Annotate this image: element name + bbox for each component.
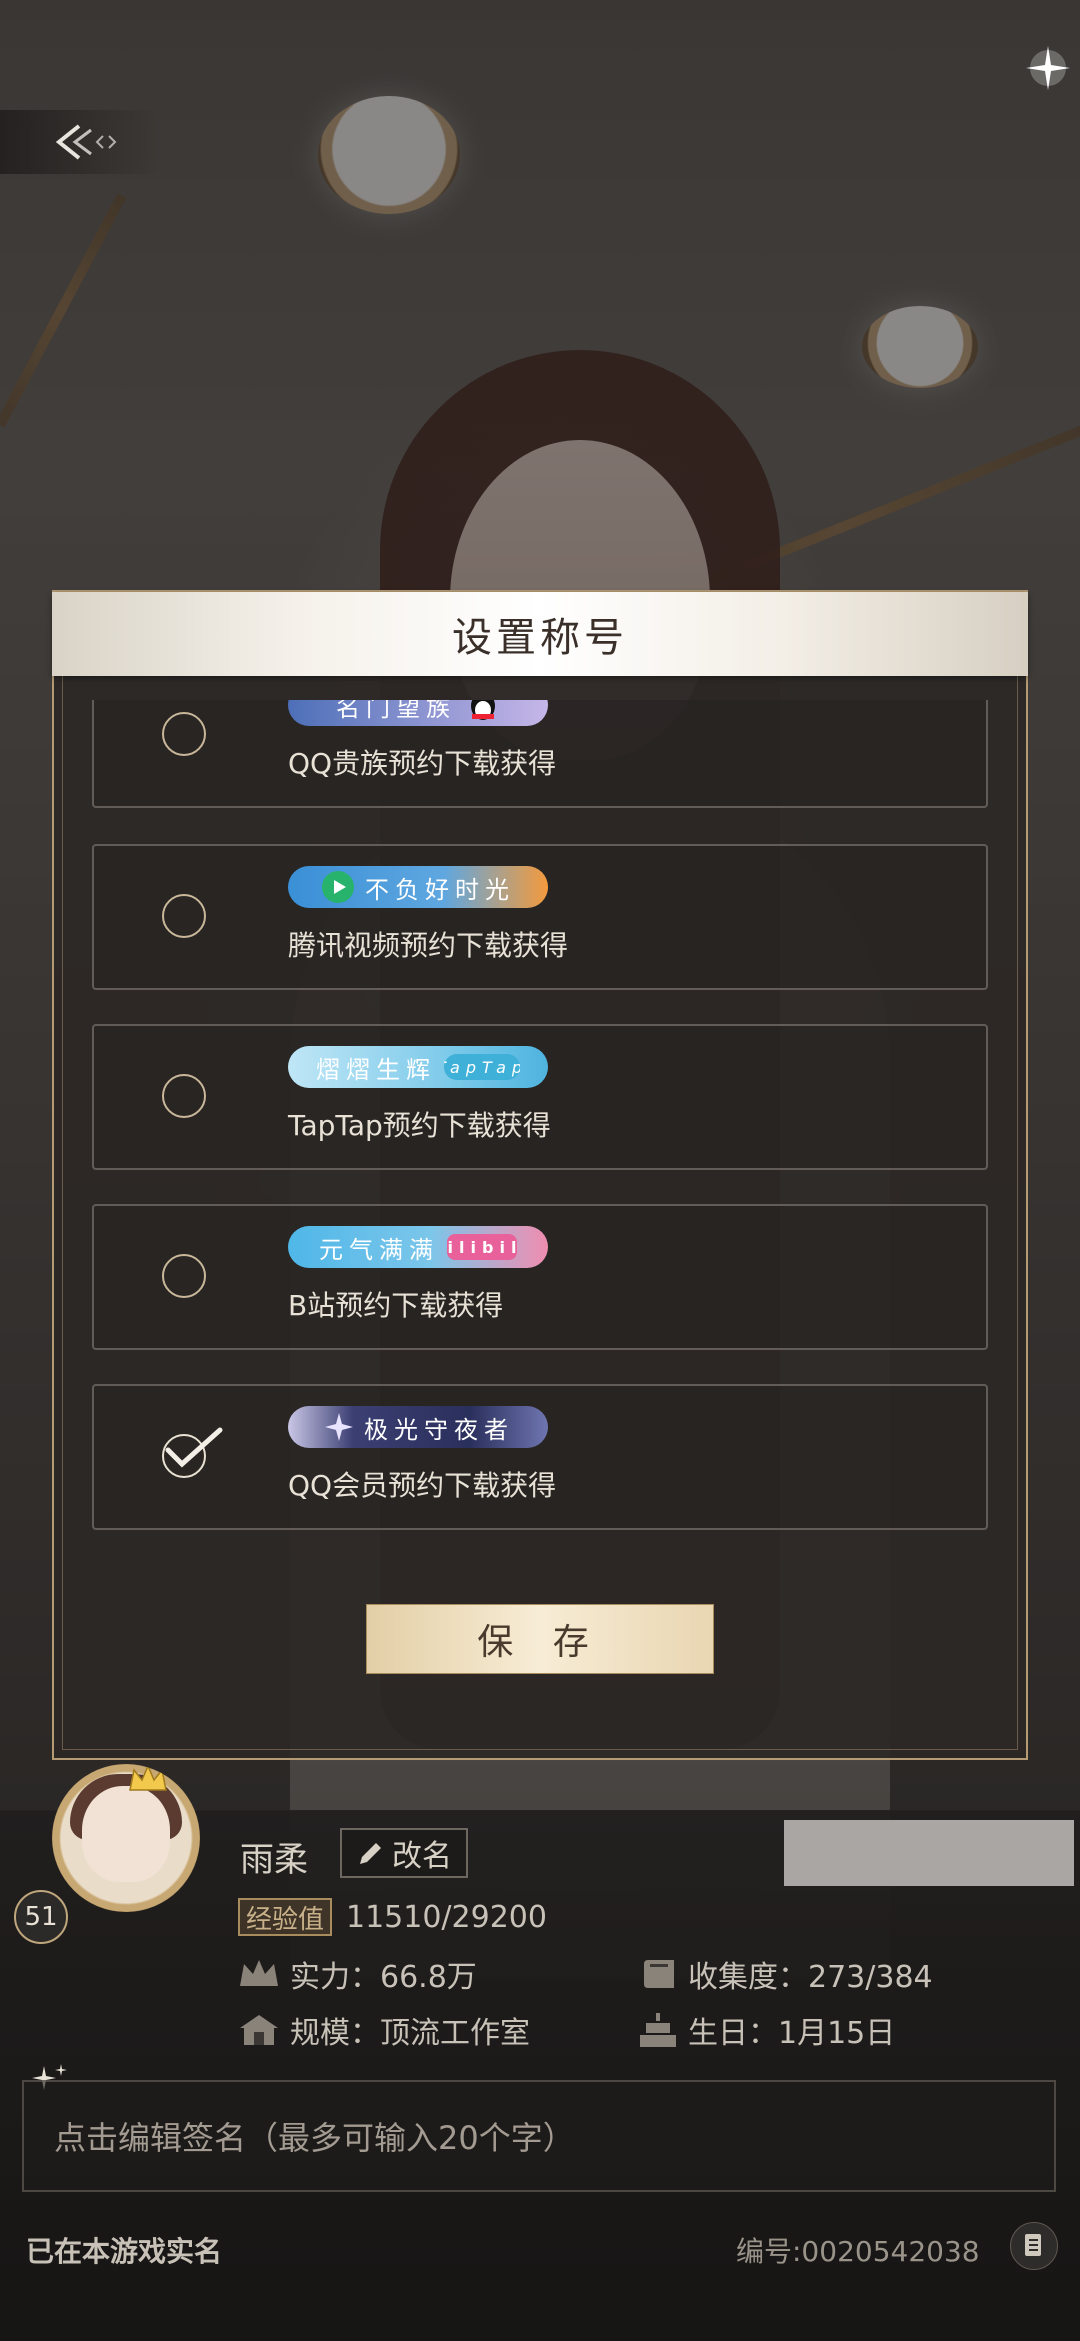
title-option-5[interactable]: 极光守夜者 QQ会员预约下载获得 xyxy=(92,1384,988,1530)
title-badge: 熠熠生辉 TapTap xyxy=(288,1046,548,1088)
level-badge: 51 xyxy=(14,1890,68,1944)
signature-placeholder: 点击编辑签名（最多可输入20个字） xyxy=(54,2119,575,2157)
avatar[interactable] xyxy=(52,1764,200,1912)
radio-button[interactable] xyxy=(162,1074,206,1118)
copy-icon xyxy=(1025,2234,1041,2256)
title-option-4[interactable]: 元气满满 bilibili B站预约下载获得 xyxy=(92,1204,988,1350)
radio-button-checked[interactable] xyxy=(162,1427,223,1478)
title-option-1[interactable]: 名门望族 QQ贵族预约下载获得 xyxy=(92,700,988,808)
pencil-icon xyxy=(360,1843,381,1864)
checkmark-icon xyxy=(165,1427,223,1468)
power-stat: 实力：66.8万 xyxy=(236,1952,477,1996)
save-button[interactable]: 保 存 xyxy=(366,1604,714,1674)
dialog-header: 设置称号 xyxy=(52,592,1028,676)
redacted-box xyxy=(784,1820,1074,1886)
title-source: QQ会员预约下载获得 xyxy=(288,1469,557,1502)
title-badge: 名门望族 xyxy=(288,700,548,726)
title-source: QQ贵族预约下载获得 xyxy=(288,747,557,780)
crown-outline-icon xyxy=(240,1960,278,1986)
save-button-label: 保 存 xyxy=(477,1622,603,1663)
title-source: 腾讯视频预约下载获得 xyxy=(288,929,569,962)
player-name: 雨柔 xyxy=(240,1840,308,1880)
bilibili-logo-icon: bilibili xyxy=(447,1234,517,1260)
svg-text:TapTap: TapTap xyxy=(444,1058,520,1077)
exp-label: 经验值 xyxy=(238,1898,333,1936)
star-wand-icon xyxy=(325,1413,353,1441)
avatar-face xyxy=(82,1786,170,1882)
title-source: TapTap预约下载获得 xyxy=(288,1109,551,1142)
book-icon xyxy=(644,1960,674,1988)
house-icon xyxy=(240,2015,278,2045)
realname-status: 已在本游戏实名 xyxy=(26,2235,223,2268)
rename-button[interactable]: 改名 xyxy=(340,1828,468,1878)
svg-text:bilibili: bilibili xyxy=(447,1238,517,1257)
copy-id-button[interactable] xyxy=(1010,2222,1058,2270)
radio-button[interactable] xyxy=(162,894,206,938)
title-list[interactable]: 名门望族 QQ贵族预约下载获得 不负好时光 腾讯视频预约下载获得 熠熠生辉 Ta… xyxy=(92,700,990,1560)
play-icon xyxy=(322,871,354,903)
crown-icon xyxy=(129,1764,167,1791)
title-option-2[interactable]: 不负好时光 腾讯视频预约下载获得 xyxy=(92,844,988,990)
exp-value: 11510/29200 xyxy=(346,1900,547,1935)
cake-icon xyxy=(640,2013,676,2047)
birthday-stat: 生日：1月15日 xyxy=(636,2008,895,2052)
collection-stat: 收集度：273/384 xyxy=(640,1952,933,1996)
signature-input[interactable]: 点击编辑签名（最多可输入20个字） xyxy=(22,2080,1056,2192)
title-badge: 元气满满 bilibili xyxy=(288,1226,548,1268)
radio-button[interactable] xyxy=(162,1254,206,1298)
back-arrow-icon xyxy=(55,124,117,160)
taptap-logo-icon: TapTap xyxy=(444,1054,520,1080)
back-button[interactable] xyxy=(0,110,158,174)
title-source: B站预约下载获得 xyxy=(288,1289,504,1322)
scale-stat: 规模：顶流工作室 xyxy=(236,2008,530,2052)
rename-label: 改名 xyxy=(392,1839,452,1874)
radio-button[interactable] xyxy=(162,712,206,756)
dialog-title: 设置称号 xyxy=(452,615,628,661)
title-badge: 不负好时光 xyxy=(288,866,548,908)
penguin-icon xyxy=(471,700,495,720)
sparkle-icon xyxy=(1026,46,1070,90)
title-badge: 极光守夜者 xyxy=(288,1406,548,1448)
title-option-3[interactable]: 熠熠生辉 TapTap TapTap预约下载获得 xyxy=(92,1024,988,1170)
player-id: 编号:0020542038 xyxy=(736,2235,980,2268)
